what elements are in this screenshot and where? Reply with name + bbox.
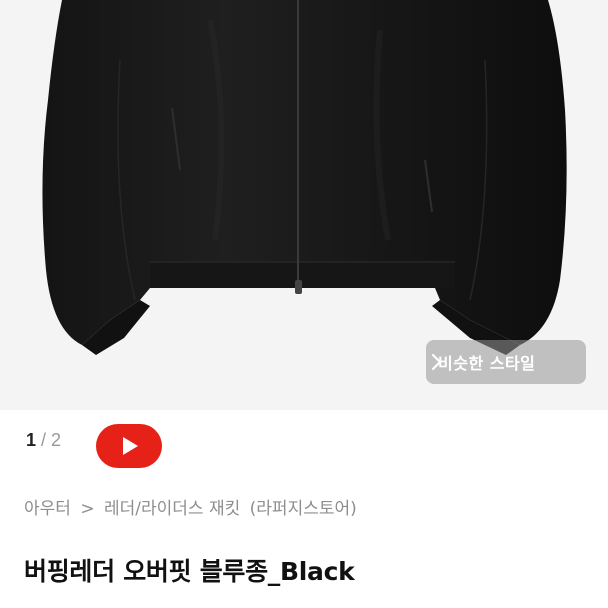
product-image[interactable]: 비슷한 스타일 bbox=[0, 0, 608, 410]
breadcrumb-store[interactable]: (라퍼지스토어) bbox=[250, 499, 357, 519]
youtube-play-icon bbox=[123, 437, 138, 455]
product-title: 버핑레더 오버핏 블루종_Black bbox=[24, 557, 355, 586]
breadcrumb-category[interactable]: 아우터 bbox=[24, 499, 71, 519]
chevron-right-icon bbox=[431, 353, 442, 371]
breadcrumb-separator: > bbox=[80, 499, 95, 519]
current-image-index: 1 bbox=[26, 430, 37, 450]
total-image-count: 2 bbox=[51, 430, 62, 450]
similar-style-button[interactable]: 비슷한 스타일 bbox=[426, 340, 586, 384]
breadcrumb-subcategory[interactable]: 레더/라이더스 재킷 bbox=[104, 499, 240, 519]
breadcrumb: 아우터 > 레더/라이더스 재킷 (라퍼지스토어) bbox=[24, 494, 361, 519]
counter-separator: / bbox=[41, 430, 47, 450]
image-counter: 1/2 bbox=[26, 430, 61, 451]
similar-style-label: 비슷한 스타일 bbox=[438, 354, 536, 373]
video-play-button[interactable] bbox=[96, 424, 162, 468]
